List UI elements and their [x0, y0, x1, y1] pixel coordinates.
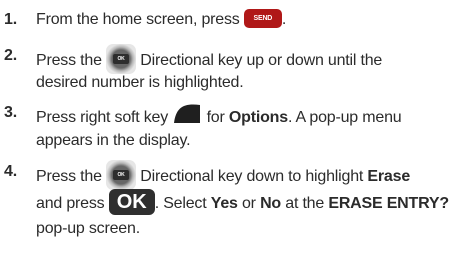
directional-key-icon: OK [106, 160, 137, 190]
step-text: pop-up screen. [36, 220, 140, 237]
step-text: appears in the display. [36, 132, 191, 149]
send-key-icon: SEND [243, 9, 282, 29]
step-number: 2. [4, 47, 17, 64]
step-number: 1. [4, 11, 17, 28]
step-text: Press right soft key for Options. A pop-… [36, 101, 402, 133]
step-text: and press OK. Select Yes or No at the ER… [36, 189, 449, 215]
step-number: 3. [4, 104, 17, 121]
step-text: Press the OK Directional key up or down … [36, 44, 382, 76]
step-number: 4. [4, 163, 17, 180]
right-soft-key-icon [172, 101, 202, 131]
step-text: desired number is highlighted. [36, 74, 244, 91]
step-text: Press the OK Directional key down to hig… [36, 160, 410, 192]
directional-key-icon: OK [106, 44, 137, 74]
step-text: From the home screen, press SEND. [36, 9, 287, 29]
ok-key-icon: OK [108, 189, 155, 215]
